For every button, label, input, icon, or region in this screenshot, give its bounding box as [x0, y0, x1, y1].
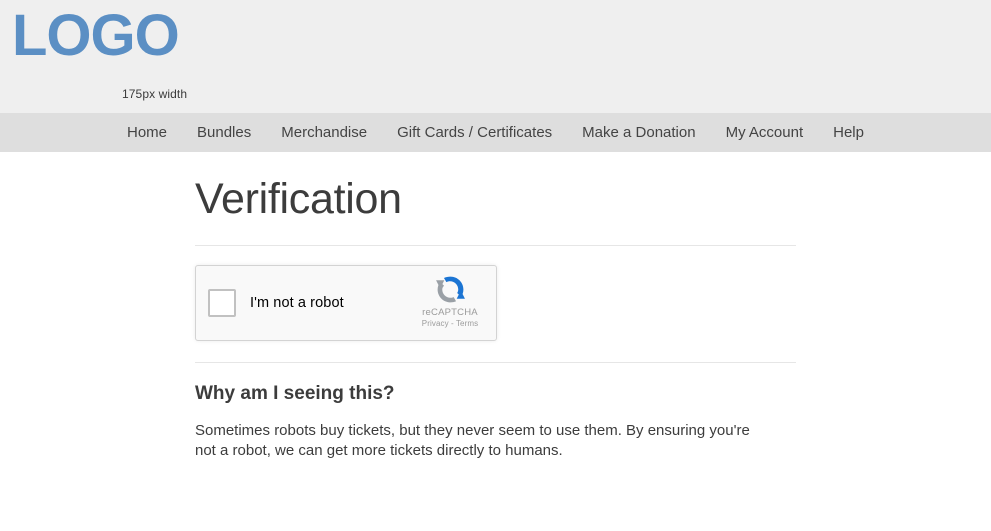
recaptcha-branding: reCAPTCHA Privacy - Terms: [413, 273, 487, 328]
page-title: Verification: [195, 175, 402, 223]
recaptcha-widget[interactable]: I'm not a robot reCAPTCHA Privacy - Term…: [195, 265, 497, 342]
recaptcha-checkbox[interactable]: [208, 289, 236, 318]
divider-bottom: [195, 362, 796, 364]
recaptcha-widget-wrapper: I'm not a robot reCAPTCHA Privacy - Term…: [195, 265, 796, 342]
nav-item-make-a-donation[interactable]: Make a Donation: [567, 113, 710, 152]
nav-item-help[interactable]: Help: [818, 113, 879, 152]
nav-item-bundles[interactable]: Bundles: [182, 113, 266, 152]
explanation-title: Why am I seeing this?: [195, 383, 395, 405]
main-navigation: Home Bundles Merchandise Gift Cards / Ce…: [0, 113, 991, 152]
recaptcha-logo-icon: [435, 276, 465, 303]
nav-item-my-account[interactable]: My Account: [711, 113, 819, 152]
explanation-body: Sometimes robots buy tickets, but they n…: [195, 421, 750, 459]
recaptcha-brand-name: reCAPTCHA: [422, 307, 478, 319]
divider-top: [195, 245, 796, 247]
site-logo[interactable]: LOGO: [12, 4, 180, 68]
nav-item-gift-cards-certificates[interactable]: Gift Cards / Certificates: [382, 113, 567, 152]
nav-item-merchandise[interactable]: Merchandise: [266, 113, 382, 152]
nav-item-home[interactable]: Home: [112, 113, 182, 152]
recaptcha-privacy-terms-links[interactable]: Privacy - Terms: [413, 319, 487, 328]
recaptcha-checkbox-label: I'm not a robot: [250, 295, 344, 312]
main-content: Verification I'm not a robot reCAPTCHA P…: [195, 152, 796, 461]
logo-width-caption: 175px width: [122, 87, 188, 101]
site-header: LOGO 175px width: [0, 0, 991, 113]
